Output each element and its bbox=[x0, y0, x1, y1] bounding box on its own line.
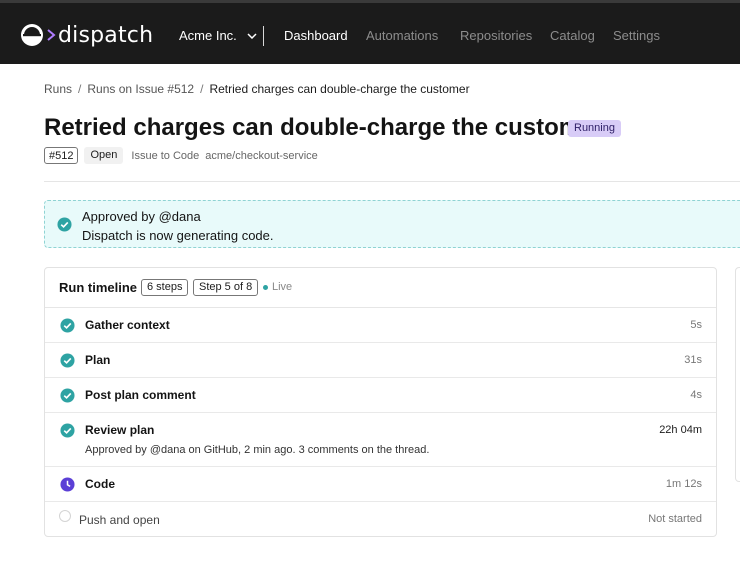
step-duration: 5s bbox=[690, 319, 702, 331]
step-duration: Not started bbox=[648, 513, 702, 525]
nav-catalog[interactable]: Catalog bbox=[550, 28, 595, 43]
timeline-header: Run timeline 6 steps Step 5 of 8 Live bbox=[45, 268, 716, 308]
breadcrumb-issue-runs[interactable]: Runs on Issue #512 bbox=[87, 82, 194, 96]
step-name: Gather context bbox=[85, 318, 170, 332]
step-name: Plan bbox=[85, 353, 111, 367]
breadcrumb-current: Retried charges can double-charge the cu… bbox=[209, 82, 470, 96]
chevron-down-icon bbox=[247, 32, 257, 39]
timeline-step[interactable]: Post plan comment 4s bbox=[45, 378, 716, 413]
check-circle-icon bbox=[57, 217, 72, 232]
approval-banner: Approved by @dana Dispatch is now genera… bbox=[44, 200, 740, 248]
timeline-step[interactable]: Review plan 22h 04m Approved by @dana on… bbox=[45, 413, 716, 467]
pending-circle-icon bbox=[59, 510, 71, 522]
step-name: Review plan bbox=[85, 423, 155, 437]
org-name: Acme Inc. bbox=[179, 28, 237, 43]
org-switcher[interactable]: Acme Inc. bbox=[179, 28, 257, 43]
step-name: Push and open bbox=[79, 513, 160, 527]
nav-dashboard[interactable]: Dashboard bbox=[284, 28, 348, 43]
timeline-step[interactable]: Plan 31s bbox=[45, 343, 716, 378]
step-duration: 31s bbox=[684, 354, 702, 366]
check-circle-icon bbox=[60, 318, 75, 333]
top-nav: dispatch Acme Inc. Dashboard Automations… bbox=[0, 0, 740, 64]
run-meta: #512 Open Issue to Code acme/checkout-se… bbox=[44, 147, 318, 164]
timeline-step[interactable]: Code 1m 12s bbox=[45, 467, 716, 502]
dispatch-logo-icon bbox=[21, 24, 43, 46]
check-circle-icon bbox=[60, 388, 75, 403]
banner-title: Approved by @dana bbox=[82, 209, 201, 224]
banner-subtitle: Dispatch is now generating code. bbox=[82, 228, 274, 243]
step-name: Post plan comment bbox=[85, 388, 196, 402]
step-duration: 4s bbox=[690, 389, 702, 401]
timeline-step[interactable]: Push and open Not started bbox=[45, 502, 716, 537]
issue-state-tag: Open bbox=[84, 147, 124, 164]
automation-name[interactable]: Issue to Code bbox=[131, 150, 199, 162]
check-circle-icon bbox=[60, 353, 75, 368]
divider bbox=[44, 181, 740, 182]
side-panel bbox=[735, 267, 740, 482]
chevron-right-icon bbox=[47, 29, 56, 41]
step-duration: 1m 12s bbox=[665, 478, 702, 490]
brand-logo[interactable]: dispatch bbox=[20, 21, 153, 49]
step-duration: 22h 04m bbox=[659, 424, 702, 436]
live-indicator-dot bbox=[263, 285, 268, 290]
breadcrumb: Runs / Runs on Issue #512 / Retried char… bbox=[44, 82, 470, 96]
step-detail: Approved by @dana on GitHub, 2 min ago. … bbox=[85, 444, 430, 456]
breadcrumb-separator: / bbox=[200, 82, 204, 96]
clock-icon bbox=[60, 477, 75, 492]
repo-name[interactable]: acme/checkout-service bbox=[205, 150, 318, 162]
timeline-step[interactable]: Gather context 5s bbox=[45, 308, 716, 343]
nav-settings[interactable]: Settings bbox=[613, 28, 660, 43]
run-timeline-card: Run timeline 6 steps Step 5 of 8 Live Ga… bbox=[44, 267, 717, 537]
nav-automations[interactable]: Automations bbox=[366, 28, 438, 43]
brand-name: dispatch bbox=[58, 22, 154, 48]
status-badge: Running bbox=[568, 120, 621, 137]
timeline-title: Run timeline bbox=[59, 280, 138, 295]
breadcrumb-separator: / bbox=[78, 82, 82, 96]
issue-number-tag[interactable]: #512 bbox=[44, 147, 79, 164]
breadcrumb-runs[interactable]: Runs bbox=[44, 82, 72, 96]
live-label: Live bbox=[272, 281, 293, 293]
page-title: Retried charges can double-charge the cu… bbox=[44, 114, 603, 141]
steps-count-chip: 6 steps bbox=[141, 279, 189, 296]
check-circle-icon bbox=[60, 423, 75, 438]
nav-divider bbox=[263, 26, 264, 46]
step-name: Code bbox=[85, 477, 115, 491]
nav-repositories[interactable]: Repositories bbox=[460, 28, 532, 43]
step-progress-chip: Step 5 of 8 bbox=[193, 279, 259, 296]
